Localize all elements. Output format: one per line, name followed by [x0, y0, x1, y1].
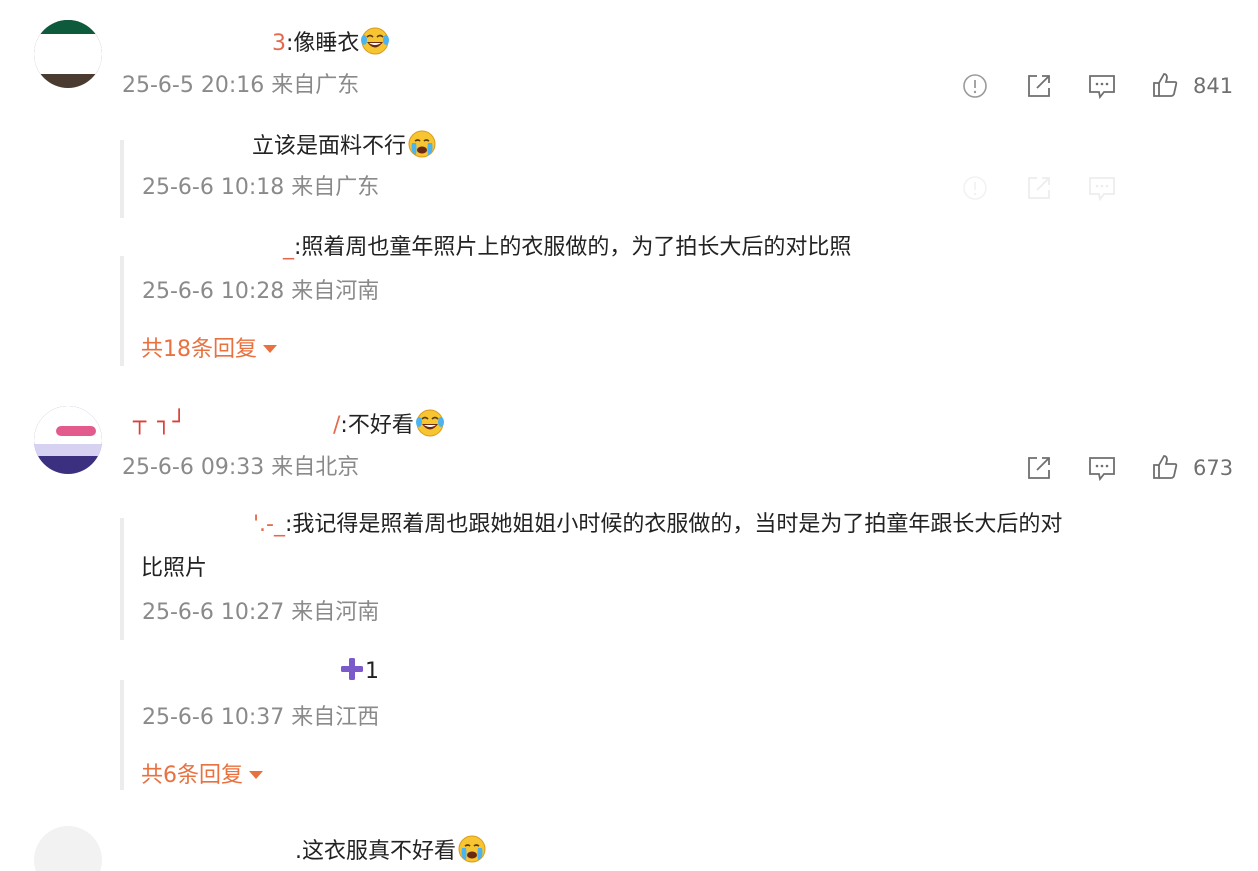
share-icon[interactable]: [1024, 71, 1054, 101]
timestamp: 25-6-6 10:18: [142, 175, 285, 200]
reply-divider: [120, 256, 124, 366]
reply-meta: 25-6-6 10:28 来自河南: [142, 277, 379, 307]
reply-meta: 25-6-6 10:37 来自江西: [142, 703, 379, 733]
reply-divider: [120, 518, 124, 640]
timestamp: 25-6-5 20:16: [122, 73, 265, 98]
username[interactable]: '.-_: [253, 512, 285, 537]
reply-text: :照着周也童年照片上的衣服做的，为了拍长大后的对比照: [294, 235, 852, 260]
chevron-down-icon: [263, 345, 277, 353]
avatar[interactable]: [34, 406, 102, 474]
avatar[interactable]: [34, 20, 102, 88]
comment-meta: 25-6-5 20:16 来自广东: [122, 71, 359, 101]
comment-content: ┬ ┐┘: [133, 408, 188, 438]
view-more-replies[interactable]: 共6条回复: [141, 761, 263, 791]
comment-content: 3:像睡衣: [272, 26, 390, 59]
avatar[interactable]: [34, 826, 102, 871]
comment-content: .这衣服真不好看: [295, 834, 487, 867]
location: 来自广东: [291, 175, 380, 200]
like-count: 841: [1193, 74, 1234, 98]
location: 来自河南: [291, 600, 380, 625]
comment-feed: 3:像睡衣 25-6-5 20:16 来自广东 841 立该是面料不行 25-6…: [0, 0, 1258, 871]
reply-content: 1: [338, 656, 379, 687]
like-count: 673: [1193, 456, 1234, 480]
timestamp: 25-6-6 10:28: [142, 279, 285, 304]
username-blurred[interactable]: ┬ ┐┘: [133, 410, 188, 435]
comment-content: /:不好看: [333, 408, 445, 441]
reply-meta: 25-6-6 10:18 来自广东: [142, 173, 379, 203]
reply-content-continued: 比照片: [141, 556, 208, 581]
timestamp: 25-6-6 09:33: [122, 455, 265, 480]
purple-plus-emoji: [341, 658, 363, 680]
timestamp: 25-6-6 10:27: [142, 600, 285, 625]
comment-icon[interactable]: [1087, 453, 1117, 483]
comment-icon[interactable]: [1087, 71, 1117, 101]
thumbs-up-icon[interactable]: [1150, 70, 1180, 100]
comment-meta: 25-6-6 09:33 来自北京: [122, 453, 359, 483]
crying-emoji: [458, 835, 486, 863]
username[interactable]: _: [283, 235, 294, 260]
report-icon[interactable]: [960, 71, 990, 101]
reply-meta: 25-6-6 10:27 来自河南: [142, 598, 379, 628]
location: 来自北京: [271, 455, 360, 480]
comment-text: :不好看: [340, 413, 414, 438]
view-more-replies[interactable]: 共18条回复: [141, 335, 277, 365]
reply-content: '.-_:我记得是照着周也跟她姐姐小时候的衣服做的，当时是为了拍童年跟长大后的对: [253, 510, 1062, 540]
reply-text: 1: [365, 659, 379, 684]
crying-emoji: [408, 130, 436, 158]
reply-text: 立该是面料不行: [252, 134, 407, 159]
reply-content: 立该是面料不行: [252, 129, 437, 162]
location: 来自河南: [291, 279, 380, 304]
reply-divider: [120, 680, 124, 790]
thumbs-up-icon[interactable]: [1150, 452, 1180, 482]
reply-divider: [120, 140, 124, 218]
location: 来自江西: [291, 705, 380, 730]
report-icon[interactable]: [960, 173, 990, 203]
share-icon[interactable]: [1024, 453, 1054, 483]
comment-text: :像睡衣: [286, 31, 360, 56]
share-icon[interactable]: [1024, 173, 1054, 203]
reply-content: _:照着周也童年照片上的衣服做的，为了拍长大后的对比照: [283, 233, 851, 263]
comment-icon[interactable]: [1087, 173, 1117, 203]
timestamp: 25-6-6 10:37: [142, 705, 285, 730]
username[interactable]: 3: [272, 31, 286, 56]
laughing-tears-emoji: [361, 27, 390, 55]
laughing-tears-emoji: [415, 409, 444, 437]
chevron-down-icon: [249, 771, 263, 779]
location: 来自广东: [271, 73, 360, 98]
reply-text: :我记得是照着周也跟她姐姐小时候的衣服做的，当时是为了拍童年跟长大后的对: [284, 512, 1063, 537]
comment-text: .这衣服真不好看: [295, 839, 456, 864]
